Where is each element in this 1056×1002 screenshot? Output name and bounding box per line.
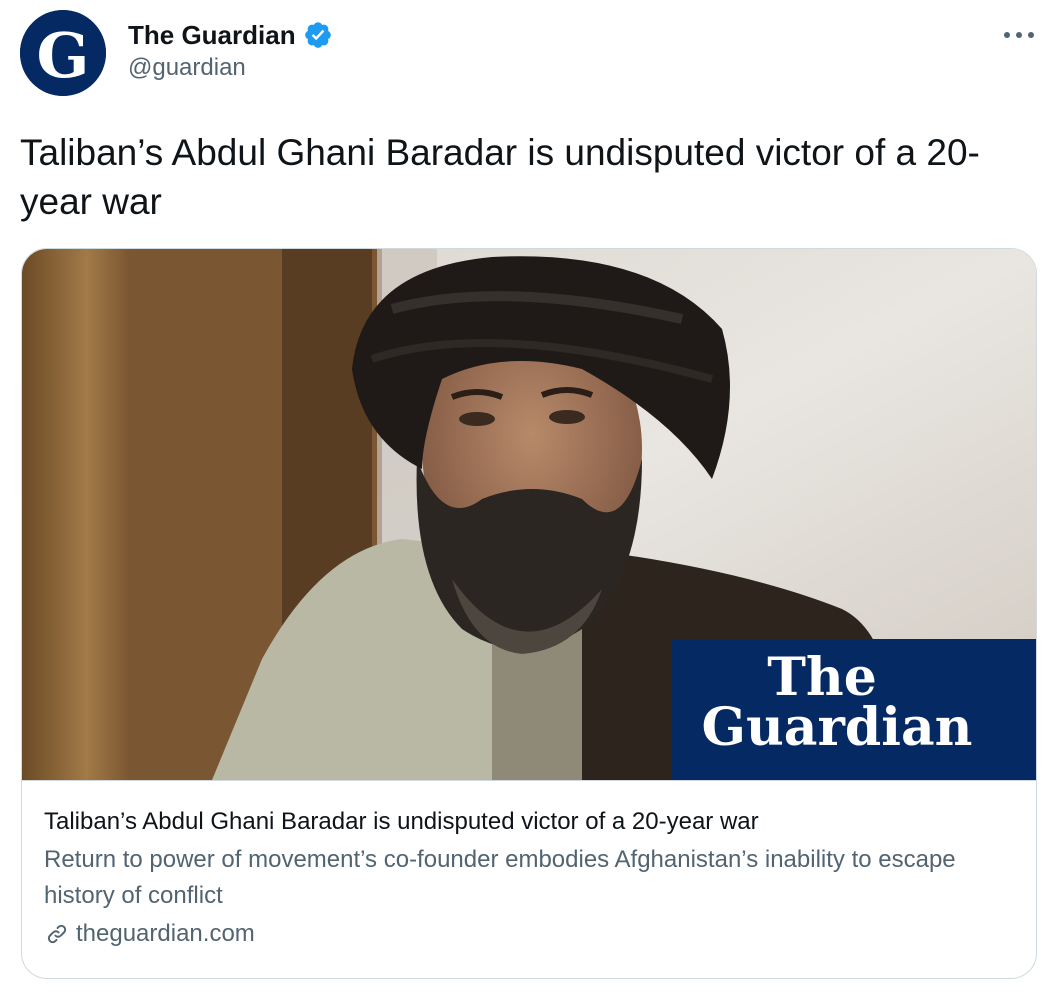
author-avatar[interactable]: G xyxy=(20,10,106,96)
verified-badge-icon xyxy=(303,20,333,50)
avatar-letter: G xyxy=(37,19,90,92)
article-photo: The Guardian xyxy=(22,249,1036,780)
author-name[interactable]: The Guardian xyxy=(128,20,296,51)
card-body[interactable]: Taliban’s Abdul Ghani Baradar is undispu… xyxy=(22,780,1036,978)
card-domain-row: theguardian.com xyxy=(44,920,1014,948)
card-logo-line2: Guardian xyxy=(702,697,973,758)
card-description: Return to power of movement’s co-founder… xyxy=(44,846,956,909)
card-domain: theguardian.com xyxy=(76,920,255,947)
author-handle[interactable]: @guardian xyxy=(128,54,333,82)
guardian-logo-avatar-icon: G xyxy=(20,10,106,96)
link-card[interactable]: The Guardian Taliban’s Abdul Ghani Barad… xyxy=(21,248,1037,979)
tweet-text: Taliban’s Abdul Ghani Baradar is undispu… xyxy=(20,132,980,222)
card-image[interactable]: The Guardian xyxy=(22,249,1036,780)
author-name-row: The Guardian xyxy=(128,18,333,52)
link-icon xyxy=(44,921,70,947)
author-info: The Guardian @guardian xyxy=(128,18,333,82)
card-title: Taliban’s Abdul Ghani Baradar is undispu… xyxy=(44,808,759,835)
more-options-icon[interactable] xyxy=(1004,24,1034,46)
tweet: G The Guardian @guardian Taliban’s Abdul… xyxy=(0,0,1056,1002)
